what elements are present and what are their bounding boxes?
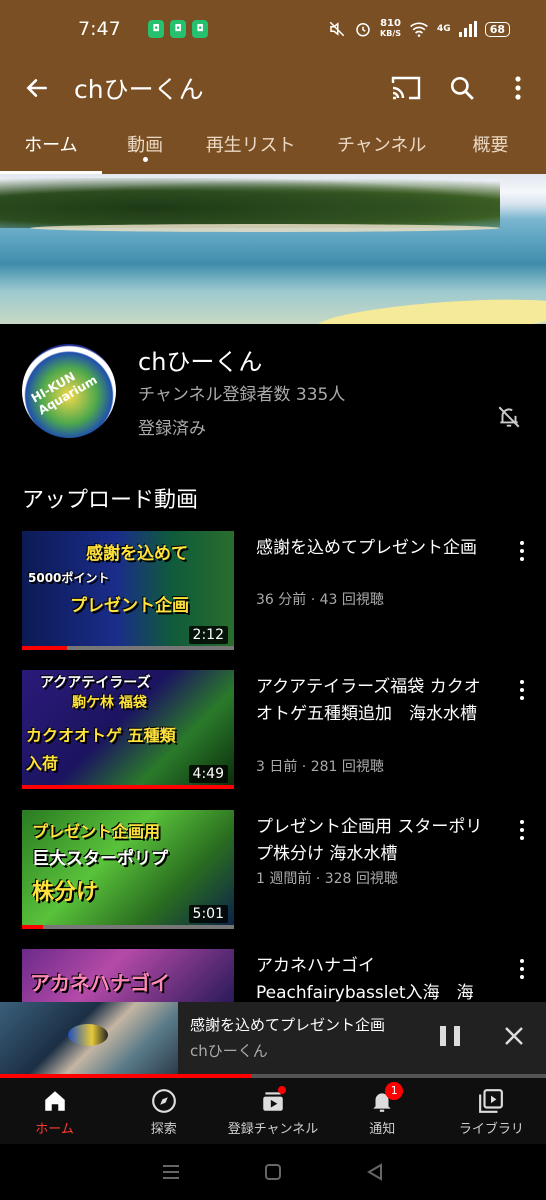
subscribed-button[interactable]: 登録済み <box>138 414 206 439</box>
mini-player-title[interactable]: 感謝を込めてプレゼント企画 <box>190 1014 385 1035</box>
video-more-button[interactable] <box>512 957 532 981</box>
channel-tabs: ホーム 動画 再生リスト チャンネル 概要 <box>0 118 546 174</box>
watch-progress-fill <box>22 925 44 929</box>
video-thumbnail[interactable]: アクアテイラーズ 駒ケ林 福袋 カクオオトゲ 五種類 入荷 4:49 <box>22 670 234 789</box>
video-item[interactable]: アクアテイラーズ 駒ケ林 福袋 カクオオトゲ 五種類 入荷 4:49 アクアテイ… <box>0 670 546 800</box>
new-content-dot <box>143 157 149 162</box>
search-icon <box>450 76 474 100</box>
watch-progress-fill <box>22 646 67 650</box>
section-title: アップロード動画 <box>22 488 199 513</box>
close-icon[interactable] <box>502 1024 526 1048</box>
video-item[interactable]: プレゼント企画用 巨大スターポリプ 株分け 5:01 プレゼント企画用 スターポ… <box>0 810 546 940</box>
avatar-logo-text: HI-KUN Aquarium <box>28 369 100 418</box>
avatar[interactable]: HI-KUN Aquarium <box>22 344 116 438</box>
new-dot-badge <box>278 1085 286 1094</box>
notification-count-badge: 1 <box>385 1081 404 1100</box>
status-right: 810 KB/S 4G 68 <box>328 19 510 39</box>
tab-about[interactable]: 概要 <box>450 118 546 170</box>
video-meta: 36 分前 · 43 回視聴 <box>256 592 384 608</box>
channel-banner <box>0 174 546 324</box>
video-thumbnail[interactable]: 感謝を込めて 5000ポイント プレゼント企画 2:12 <box>22 531 234 650</box>
video-more-button[interactable] <box>512 539 532 563</box>
library-icon <box>479 1088 504 1113</box>
app-bar: chひーくん <box>0 58 546 118</box>
status-time: 7:47 <box>78 18 121 40</box>
notifications-off-icon[interactable] <box>496 404 522 430</box>
video-duration: 2:12 <box>188 626 228 644</box>
tab-channels[interactable]: チャンネル <box>313 118 451 170</box>
watch-progress <box>22 925 234 929</box>
video-duration: 5:01 <box>188 905 228 923</box>
tab-playlists[interactable]: 再生リスト <box>188 118 312 170</box>
video-title[interactable]: プレゼント企画用 スターポリプ株分け 海水水槽 <box>256 814 490 868</box>
mini-player-thumbnail[interactable] <box>0 1002 178 1074</box>
nav-notifications[interactable]: 1 通知 <box>328 1078 437 1144</box>
channel-header: HI-KUN Aquarium chひーくん チャンネル登録者数 335人 登録… <box>0 324 546 458</box>
video-duration: 4:49 <box>188 765 228 783</box>
mute-icon <box>329 21 345 37</box>
app-notification-icon: ◘ <box>148 20 164 38</box>
bottom-nav: ホーム 探索 登録チャンネル 1 通知 ライブラリ <box>0 1078 546 1144</box>
app-notification-icon: ◘ <box>170 20 186 38</box>
tab-home[interactable]: ホーム <box>0 118 102 174</box>
status-bar: 7:47 ◘ ◘ ◘ 810 KB/S 4G 68 <box>0 0 546 58</box>
explore-icon <box>151 1088 176 1113</box>
mini-player-fish <box>68 1024 108 1046</box>
video-thumbnail[interactable]: アカネハナゴイ <box>22 949 234 1002</box>
alarm-icon <box>356 23 370 37</box>
more-options-button[interactable] <box>490 58 546 118</box>
notification-icons: ◘ ◘ ◘ <box>148 20 208 38</box>
pause-button[interactable] <box>440 1026 460 1048</box>
back-arrow-icon <box>26 79 47 97</box>
back-nav-icon[interactable] <box>366 1163 384 1181</box>
nav-library[interactable]: ライブラリ <box>437 1078 546 1144</box>
watch-progress <box>22 785 234 789</box>
battery-indicator: 68 <box>484 21 510 37</box>
mini-player[interactable]: 感謝を込めてプレゼント企画 chひーくん <box>0 1002 546 1078</box>
watch-progress-fill <box>22 785 234 789</box>
cast-icon <box>391 76 421 100</box>
video-title[interactable]: アクアテイラーズ福袋 カクオオトゲ五種類追加 海水水槽 <box>256 674 490 728</box>
video-title[interactable]: 感謝を込めてプレゼント企画 <box>256 535 490 562</box>
network-type: 4G <box>437 24 451 34</box>
wifi-icon <box>410 22 428 37</box>
system-nav-bar <box>0 1144 546 1200</box>
search-button[interactable] <box>434 58 490 118</box>
home-nav-icon[interactable] <box>264 1163 282 1181</box>
video-item[interactable]: 感謝を込めて 5000ポイント プレゼント企画 2:12 感謝を込めてプレゼント… <box>0 531 546 661</box>
home-icon <box>44 1090 65 1111</box>
tab-videos[interactable]: 動画 <box>102 118 189 170</box>
nav-subscriptions[interactable]: 登録チャンネル <box>218 1078 327 1144</box>
watch-progress <box>22 646 234 650</box>
banner-kayak <box>315 292 546 324</box>
banner-beach <box>30 224 500 232</box>
network-speed: 810 KB/S <box>380 18 402 39</box>
video-more-button[interactable] <box>512 678 532 702</box>
recents-icon[interactable] <box>162 1164 180 1180</box>
nav-home[interactable]: ホーム <box>0 1078 109 1144</box>
video-more-button[interactable] <box>512 818 532 842</box>
signal-icon <box>458 21 477 37</box>
subscriber-count: チャンネル登録者数 335人 <box>138 385 346 405</box>
mini-player-channel: chひーくん <box>190 1042 268 1060</box>
video-thumbnail[interactable]: プレゼント企画用 巨大スターポリプ 株分け 5:01 <box>22 810 234 929</box>
video-meta: 3 日前 · 281 回視聴 <box>256 759 384 775</box>
video-meta: 1 週間前 · 328 回視聴 <box>256 871 398 887</box>
nav-explore[interactable]: 探索 <box>109 1078 218 1144</box>
banner-island <box>0 178 500 228</box>
page-title: chひーくん <box>74 75 204 104</box>
more-vert-icon <box>515 76 521 100</box>
app-notification-icon: ◘ <box>192 20 208 38</box>
app-actions <box>378 58 546 118</box>
cast-button[interactable] <box>378 58 434 118</box>
back-button[interactable] <box>0 58 74 118</box>
channel-name: chひーくん <box>138 348 263 376</box>
